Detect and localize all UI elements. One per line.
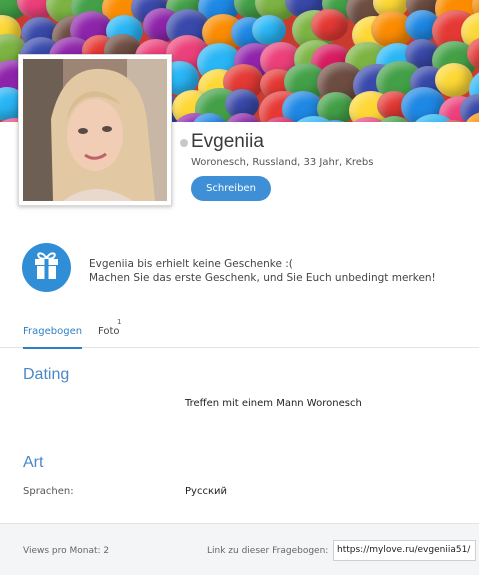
gift-message-line2: Machen Sie das erste Geschenk, und Sie E… <box>89 272 436 284</box>
gift-message: Evgeniia bis erhielt keine Geschenke :( … <box>89 257 436 285</box>
gift-message-line1: Evgeniia bis erhielt keine Geschenke :( <box>89 258 293 270</box>
section-title-art: Art <box>23 454 44 471</box>
tab-fragebogen[interactable]: Fragebogen <box>23 326 83 349</box>
footer: Views pro Monat: 2 Link zu dieser Frageb… <box>0 523 479 575</box>
languages-label: Sprachen: <box>23 486 74 497</box>
write-button[interactable]: Schreiben <box>191 176 271 201</box>
profile-name: Evgeniia <box>191 131 264 152</box>
avatar-photo <box>23 59 167 201</box>
profile-tabs: Fragebogen Foto 1 <box>0 316 479 349</box>
gift-icon <box>35 252 58 279</box>
dating-value: Treffen mit einem Mann Woronesch <box>185 398 362 409</box>
section-title-dating: Dating <box>23 366 70 383</box>
profile-meta: Woronesch, Russland, 33 Jahr, Krebs <box>191 157 374 168</box>
candy-decoration <box>310 8 348 42</box>
gift-button[interactable] <box>22 243 71 292</box>
foto-count-badge: 1 <box>117 318 122 326</box>
candy-decoration <box>434 63 473 97</box>
views-counter: Views pro Monat: 2 <box>23 546 110 556</box>
languages-value: Русский <box>185 486 227 497</box>
profile-link-field[interactable]: https://mylove.ru/evgeniia51/ <box>333 540 476 561</box>
tab-foto[interactable]: Foto <box>98 326 120 337</box>
candy-decoration <box>252 15 287 45</box>
profile-link-label: Link zu dieser Fragebogen: <box>207 546 329 556</box>
avatar[interactable] <box>18 54 172 206</box>
online-status-dot <box>180 139 188 147</box>
